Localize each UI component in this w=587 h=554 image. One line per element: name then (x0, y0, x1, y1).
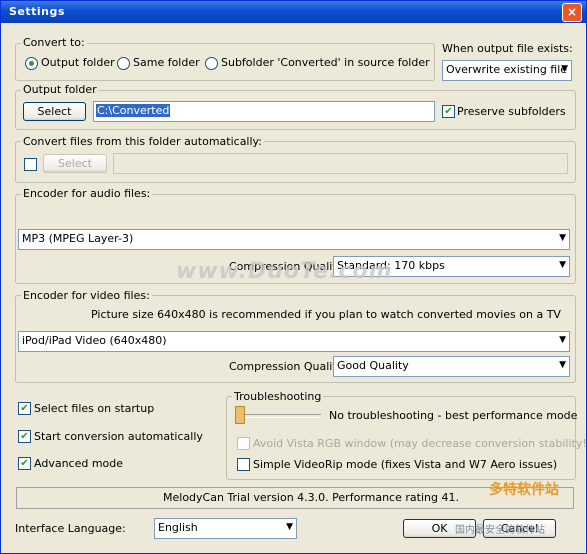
radio-output-folder[interactable] (25, 57, 38, 70)
watermark-text: www.DuoTe.com (176, 259, 393, 284)
watermark-brand: 多特软件站 (489, 482, 559, 498)
video-encoder-value: iPod/iPad Video (640x480) (22, 334, 167, 347)
output-folder-label: Output folder (21, 83, 99, 96)
convert-to-label: Convert to: (21, 36, 87, 49)
settings-window: Settings × Convert to: Output folder Sam… (0, 0, 587, 554)
when-exists-value: Overwrite existing file (446, 63, 568, 76)
troubleshooting-level-text: No troubleshooting - best performance mo… (329, 409, 578, 422)
title-bar[interactable]: Settings × (1, 1, 586, 23)
output-select-button[interactable]: Select (23, 102, 86, 121)
audio-encoder-label: Encoder for audio files: (21, 187, 153, 200)
when-exists-label: When output file exists: (442, 42, 573, 55)
start-conversion-checkbox[interactable]: ✔ (18, 430, 31, 443)
radio-same-folder-label[interactable]: Same folder (133, 56, 200, 69)
troubleshooting-slider-track[interactable] (237, 414, 321, 418)
status-text: MelodyCan Trial version 4.3.0. Performan… (163, 491, 459, 504)
radio-output-folder-label[interactable]: Output folder (41, 56, 115, 69)
select-files-startup-label[interactable]: Select files on startup (34, 402, 154, 415)
radio-same-folder[interactable] (117, 57, 130, 70)
chevron-down-icon: ▼ (286, 522, 293, 532)
auto-convert-checkbox[interactable] (24, 158, 37, 171)
auto-path-field[interactable] (113, 153, 568, 174)
preserve-subfolders-label[interactable]: Preserve subfolders (457, 105, 566, 118)
when-exists-select[interactable]: Overwrite existing file ▼ (442, 60, 572, 81)
troubleshooting-label: Troubleshooting (232, 390, 324, 403)
language-value: English (158, 521, 198, 534)
avoid-vista-checkbox[interactable] (237, 437, 250, 450)
advanced-mode-checkbox[interactable]: ✔ (18, 457, 31, 470)
watermark-sub: 国内最安全的软件站 (455, 525, 545, 536)
chevron-down-icon: ▼ (559, 233, 566, 243)
language-label: Interface Language: (15, 522, 126, 535)
select-files-startup-checkbox[interactable]: ✔ (18, 402, 31, 415)
output-path-field[interactable]: C:\Converted (93, 101, 435, 122)
output-path-text: C:\Converted (96, 104, 171, 117)
preserve-subfolders-checkbox[interactable]: ✔ (442, 105, 455, 118)
radio-subfolder-label[interactable]: Subfolder 'Converted' in source folder (221, 56, 430, 69)
video-quality-select[interactable]: Good Quality ▼ (333, 356, 570, 377)
radio-subfolder[interactable] (205, 57, 218, 70)
audio-encoder-value: MP3 (MPEG Layer-3) (22, 232, 134, 245)
chevron-down-icon: ▼ (561, 64, 568, 74)
chevron-down-icon: ▼ (559, 335, 566, 345)
video-hint-text: Picture size 640x480 is recommended if y… (91, 308, 561, 321)
video-quality-label: Compression Quality (229, 360, 344, 373)
video-encoder-label: Encoder for video files: (21, 289, 152, 302)
auto-convert-label: Convert files from this folder automatic… (21, 135, 264, 148)
audio-encoder-select[interactable]: MP3 (MPEG Layer-3) ▼ (18, 229, 570, 250)
start-conversion-label[interactable]: Start conversion automatically (34, 430, 203, 443)
window-title: Settings (9, 5, 65, 18)
language-select[interactable]: English ▼ (154, 518, 297, 539)
video-quality-value: Good Quality (337, 359, 409, 372)
close-button[interactable]: × (562, 3, 582, 22)
chevron-down-icon: ▼ (559, 360, 566, 370)
video-encoder-select[interactable]: iPod/iPad Video (640x480) ▼ (18, 331, 570, 352)
auto-select-button[interactable]: Select (43, 154, 107, 173)
avoid-vista-label: Avoid Vista RGB window (may decrease con… (253, 437, 587, 450)
simple-videorip-checkbox[interactable] (237, 458, 250, 471)
simple-videorip-label[interactable]: Simple VideoRip mode (fixes Vista and W7… (253, 458, 557, 471)
troubleshooting-slider-thumb[interactable] (235, 406, 245, 424)
advanced-mode-label[interactable]: Advanced mode (34, 457, 123, 470)
chevron-down-icon: ▼ (559, 260, 566, 270)
